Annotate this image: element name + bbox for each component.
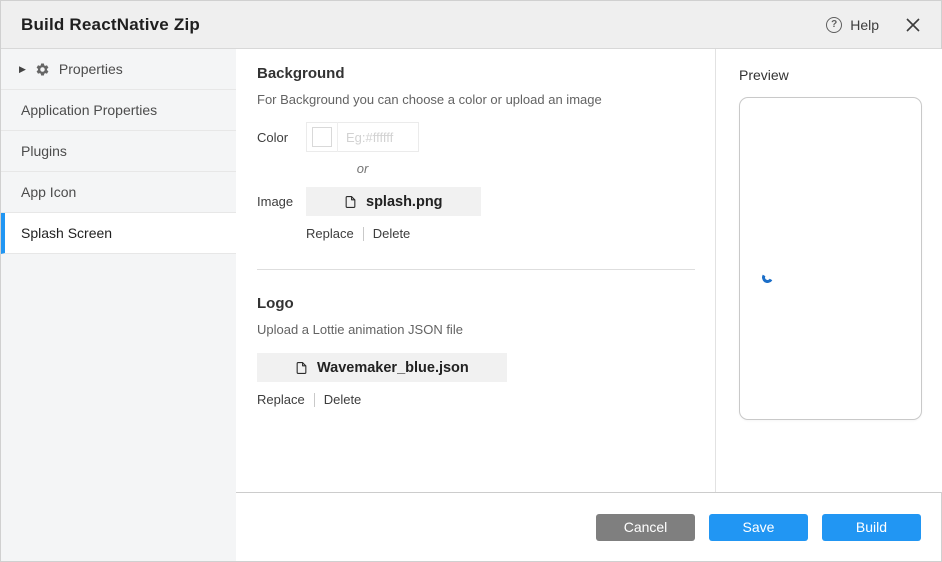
preview-panel: Preview [715, 49, 942, 492]
dialog-title: Build ReactNative Zip [21, 15, 200, 35]
image-label: Image [257, 194, 306, 209]
sidebar-item-plugins[interactable]: Plugins [1, 131, 236, 172]
sidebar-item-app-icon[interactable]: App Icon [1, 172, 236, 213]
help-button[interactable]: ? Help [826, 17, 879, 33]
logo-section: Logo Upload a Lottie animation JSON file… [257, 295, 695, 407]
color-swatch[interactable] [312, 127, 332, 147]
logo-actions: Replace Delete [257, 392, 695, 407]
sidebar-item-splash-screen[interactable]: Splash Screen [1, 213, 236, 254]
background-image-file-name: splash.png [366, 194, 443, 210]
background-image-actions: Replace Delete [306, 226, 695, 241]
logo-file-chip[interactable]: Wavemaker_blue.json [257, 353, 507, 382]
header-actions: ? Help [826, 17, 921, 33]
preview-title: Preview [739, 67, 942, 83]
replace-image-link[interactable]: Replace [306, 226, 354, 241]
sidebar-item-properties[interactable]: ▶ Properties [1, 49, 236, 90]
image-field-row: Image splash.png [257, 187, 695, 216]
build-reactnative-dialog: Build ReactNative Zip ? Help ▶ Propertie… [0, 0, 942, 562]
or-separator-label: or [306, 161, 419, 176]
color-field-row: Color [257, 122, 695, 152]
sidebar-item-label: Properties [59, 61, 123, 77]
gear-icon [35, 62, 50, 77]
sidebar-item-label: Plugins [21, 143, 67, 159]
dialog-header: Build ReactNative Zip ? Help [1, 1, 941, 49]
cancel-button[interactable]: Cancel [596, 514, 695, 541]
sidebar-item-label: App Icon [21, 184, 76, 200]
link-separator [363, 227, 364, 241]
dialog-footer: Cancel Save Build [236, 492, 941, 561]
sidebar-item-label: Application Properties [21, 102, 157, 118]
link-separator [314, 393, 315, 407]
loading-spinner-icon [761, 271, 774, 284]
file-icon [344, 194, 357, 210]
sidebar: ▶ Properties Application Properties Plug… [1, 49, 236, 561]
background-section-description: For Background you can choose a color or… [257, 92, 695, 107]
background-image-file-chip[interactable]: splash.png [306, 187, 481, 216]
delete-logo-link[interactable]: Delete [324, 392, 362, 407]
color-picker-widget [306, 122, 419, 152]
logo-section-description: Upload a Lottie animation JSON file [257, 322, 695, 337]
file-icon [295, 360, 308, 376]
splash-screen-settings: Background For Background you can choose… [236, 49, 715, 492]
close-icon[interactable] [905, 17, 921, 33]
splash-preview-frame [739, 97, 922, 420]
logo-section-title: Logo [257, 295, 695, 312]
logo-file-name: Wavemaker_blue.json [317, 360, 469, 376]
logo-file-row: Wavemaker_blue.json [257, 353, 695, 382]
caret-right-icon: ▶ [19, 65, 26, 74]
sidebar-item-application-properties[interactable]: Application Properties [1, 90, 236, 131]
delete-image-link[interactable]: Delete [373, 226, 411, 241]
section-divider [257, 269, 695, 270]
background-section-title: Background [257, 65, 695, 82]
help-label: Help [850, 17, 879, 33]
color-hex-input[interactable] [338, 130, 414, 145]
build-button[interactable]: Build [822, 514, 921, 541]
help-icon: ? [826, 17, 842, 33]
replace-logo-link[interactable]: Replace [257, 392, 305, 407]
sidebar-item-label: Splash Screen [21, 225, 112, 241]
save-button[interactable]: Save [709, 514, 808, 541]
color-label: Color [257, 130, 306, 145]
